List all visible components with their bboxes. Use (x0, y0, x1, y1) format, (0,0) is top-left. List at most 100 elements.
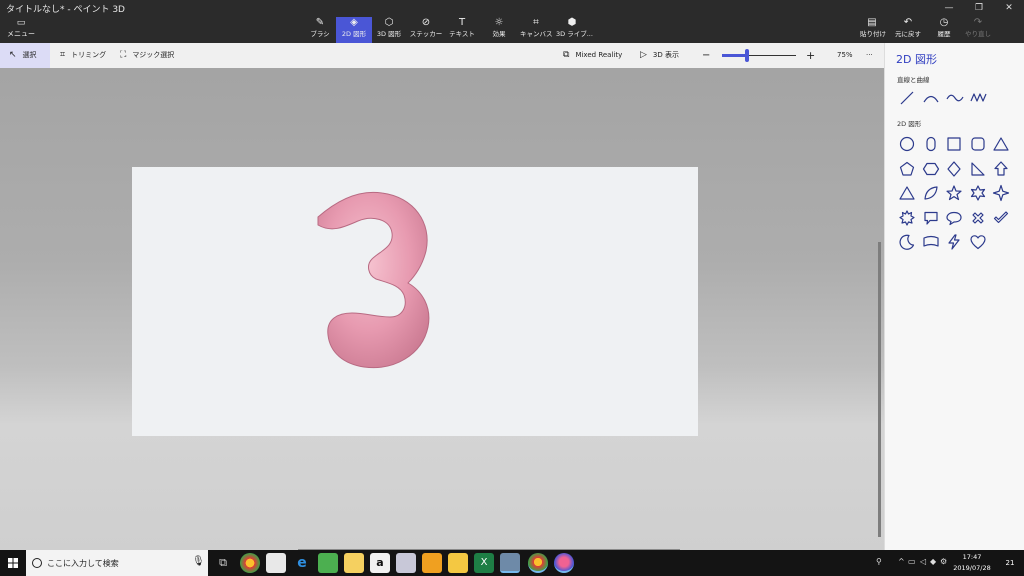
star-6-icon[interactable] (969, 184, 987, 202)
rounded-square-icon[interactable] (969, 135, 987, 153)
wave-curve-icon[interactable] (946, 89, 964, 107)
line-icon[interactable] (898, 89, 916, 107)
chevron-up-icon[interactable]: ^ (898, 557, 905, 566)
banner-icon[interactable] (922, 233, 940, 251)
brush-icon: ✎ (315, 17, 325, 28)
magic-select-button[interactable]: ⛶ マジック選択 (120, 43, 174, 68)
right-triangle-icon[interactable] (969, 160, 987, 178)
diamond-icon[interactable] (945, 160, 963, 178)
tool-3d-library[interactable]: ⬢ 3D ライブ... (556, 17, 593, 43)
canvas[interactable] (132, 167, 698, 436)
sub-toolbar: ↖ 選択 ⌗ トリミング ⛶ マジック選択 ⧉ Mixed Reality ▷ 3D 表示… (0, 43, 884, 68)
chrome-running-icon[interactable] (528, 553, 548, 573)
window-title: タイトルなし* - ペイント 3D (6, 5, 125, 15)
microphone-icon[interactable]: 🎙 (192, 556, 205, 567)
menu-button[interactable]: ▭ メニュー (6, 18, 36, 42)
evernote-icon[interactable] (318, 553, 338, 573)
zoom-in-button[interactable]: + (806, 43, 815, 68)
curve-icon[interactable] (922, 89, 940, 107)
notification-button[interactable]: 21 (1001, 554, 1019, 572)
tool-label: 3D 図形 (376, 30, 402, 38)
view-3d-button[interactable]: ▷ 3D 表示 (640, 43, 679, 68)
search-placeholder: ここに入力して検索 (47, 559, 119, 568)
battery-icon[interactable]: ▭ (908, 557, 916, 566)
start-button[interactable] (0, 550, 26, 576)
tool-3d-shapes[interactable]: ⬡ 3D 図形 (374, 17, 404, 43)
select-button[interactable]: ↖ 選択 (0, 43, 50, 68)
minimize-button[interactable]: — (934, 0, 964, 16)
hexagon-icon[interactable] (922, 160, 940, 178)
clock[interactable]: 17:47 2019/07/28 (948, 552, 996, 574)
crop-button[interactable]: ⌗ トリミング (60, 43, 106, 68)
mail-app-icon[interactable] (266, 553, 286, 573)
multi-curve-icon[interactable] (970, 89, 988, 107)
running-app-icon[interactable] (500, 553, 520, 573)
taskbar-search[interactable]: ここに入力して検索 🎙 (26, 550, 208, 576)
action-label: 元に戻す (895, 30, 921, 38)
mixed-reality-button[interactable]: ⧉ Mixed Reality (563, 43, 622, 68)
heart-icon[interactable] (969, 233, 987, 251)
vertical-scrollbar[interactable] (878, 242, 881, 537)
star-4-icon[interactable] (992, 184, 1010, 202)
arrow-up-icon[interactable] (992, 160, 1010, 178)
more-button[interactable]: ··· (866, 43, 873, 68)
history-button[interactable]: ◷ 履歴 (934, 17, 954, 43)
pill-icon[interactable] (922, 135, 940, 153)
workspace (0, 68, 884, 552)
history-icon: ◷ (939, 17, 949, 28)
lightning-icon[interactable] (945, 233, 963, 251)
panel-title: 2D 図形 (896, 53, 937, 66)
tool-text[interactable]: T テキスト (448, 17, 476, 43)
settings-tray-icon[interactable]: ⚙ (940, 557, 947, 566)
chrome-icon[interactable] (240, 553, 260, 573)
pink-digit-3[interactable] (317, 191, 430, 369)
edge-icon[interactable]: e (292, 553, 312, 573)
undo-button[interactable]: ↶ 元に戻す (894, 17, 922, 43)
tool-stickers[interactable]: ⊘ ステッカー (408, 17, 444, 43)
tool-brush[interactable]: ✎ ブラシ (306, 17, 334, 43)
amazon-icon[interactable]: a (370, 553, 390, 573)
effects-icon: ☼ (494, 17, 504, 28)
people-icon[interactable]: ⚲ (876, 557, 882, 566)
canvas-drawing (317, 191, 430, 369)
burst-icon[interactable] (898, 209, 916, 227)
task-view-icon[interactable]: ⧉ (213, 553, 233, 573)
sticky-app-icon[interactable] (344, 553, 364, 573)
dropbox-icon[interactable]: ◆ (930, 557, 936, 566)
paste-button[interactable]: ▤ 貼り付け (860, 17, 886, 43)
square-icon[interactable] (945, 135, 963, 153)
tool-canvas[interactable]: ⌗ キャンバス (520, 17, 553, 43)
triangle-icon[interactable] (992, 135, 1010, 153)
store-icon[interactable] (422, 553, 442, 573)
text-icon: T (458, 17, 466, 28)
pentagon-icon[interactable] (898, 160, 916, 178)
paint-icon[interactable] (396, 553, 416, 573)
file-explorer-icon[interactable] (448, 553, 468, 573)
cross-icon[interactable] (969, 209, 987, 227)
tool-effects[interactable]: ☼ 効果 (488, 17, 510, 43)
redo-button[interactable]: ↷ やり直し (964, 17, 992, 43)
mixed-reality-label: Mixed Reality (575, 51, 623, 59)
excel-icon[interactable]: X (474, 553, 494, 573)
circle-icon[interactable] (898, 135, 916, 153)
tool-2d-shapes[interactable]: ◈ 2D 図形 (336, 17, 372, 43)
round-bubble-icon[interactable] (945, 209, 963, 227)
action-label: 履歴 (937, 30, 951, 38)
view-3d-label: 3D 表示 (652, 51, 679, 59)
close-button[interactable]: ✕ (994, 0, 1024, 16)
volume-icon[interactable]: ◁ (920, 557, 926, 566)
zoom-out-button[interactable]: − (702, 43, 710, 68)
canvas-icon: ⌗ (533, 17, 539, 28)
restore-button[interactable]: ❐ (964, 0, 994, 16)
zoom-slider-thumb[interactable] (745, 49, 750, 62)
triangle-outline-icon[interactable] (898, 184, 916, 202)
checkmark-icon[interactable] (992, 209, 1010, 227)
paint-3d-icon[interactable] (554, 553, 574, 573)
star-5-icon[interactable] (945, 184, 963, 202)
leaf-icon[interactable] (922, 184, 940, 202)
magic-select-icon: ⛶ (120, 50, 127, 60)
moon-icon[interactable] (898, 233, 916, 251)
speech-bubble-icon[interactable] (922, 209, 940, 227)
3d-library-icon: ⬢ (567, 17, 577, 28)
tool-label: キャンバス (520, 30, 553, 38)
